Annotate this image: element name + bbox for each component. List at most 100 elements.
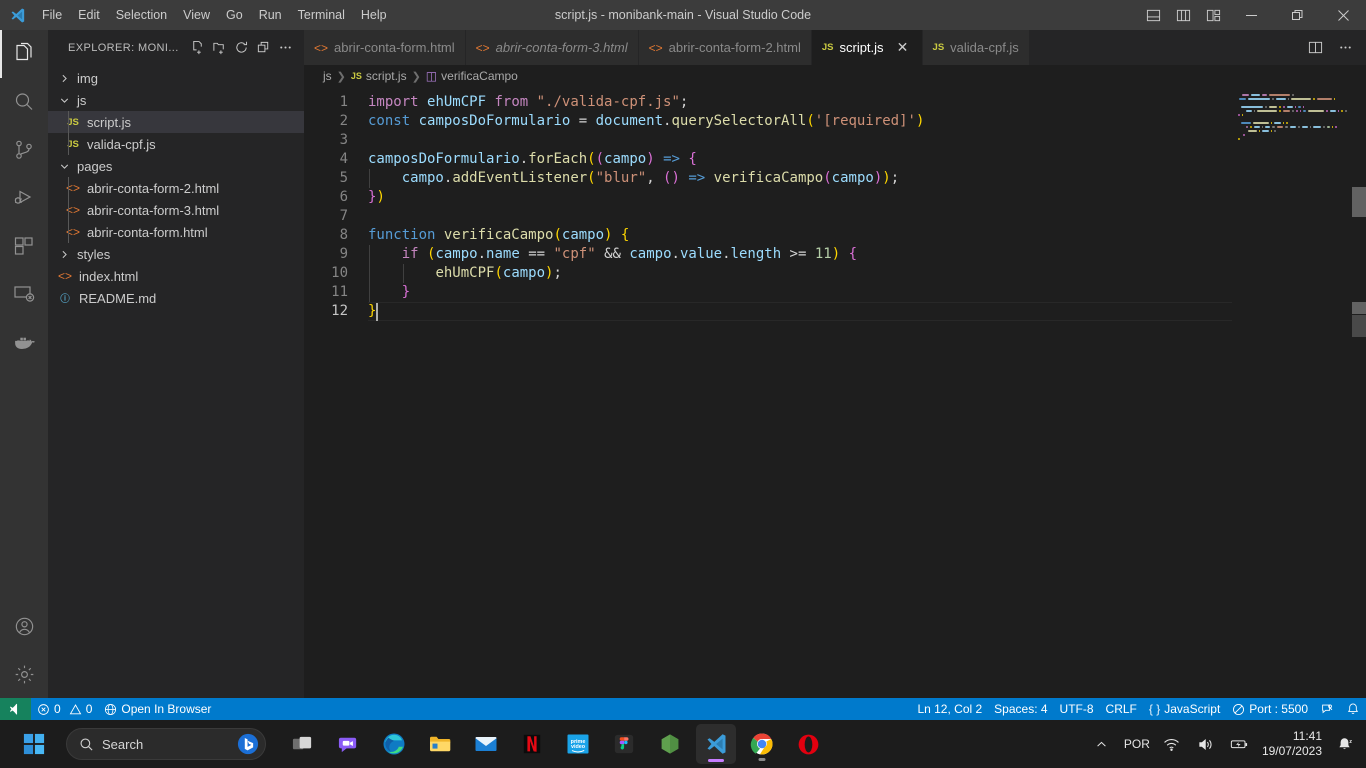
taskbar-clock[interactable]: 11:41 19/07/2023 [1262, 729, 1322, 759]
activity-search[interactable] [0, 78, 48, 126]
tree-item-index-html[interactable]: <> index.html [48, 265, 304, 287]
refresh-icon[interactable] [230, 37, 252, 59]
restore-button[interactable] [1274, 0, 1320, 30]
end-of-line-sequence[interactable]: CRLF [1100, 698, 1143, 720]
tree-item-pages[interactable]: pages [48, 155, 304, 177]
activity-manage-settings[interactable] [0, 650, 48, 698]
activity-explorer[interactable] [0, 30, 48, 78]
notification-bell-icon[interactable]: z [1332, 730, 1356, 758]
taskbar-edge[interactable] [374, 724, 414, 764]
taskbar-chrome[interactable] [742, 724, 782, 764]
wifi-icon[interactable] [1160, 730, 1184, 758]
more-editor-actions-icon[interactable] [1332, 35, 1358, 61]
menu-terminal[interactable]: Terminal [290, 4, 353, 26]
editor-scrollbar[interactable] [1352, 87, 1366, 698]
tree-item-abrir-conta-form-html[interactable]: <> abrir-conta-form.html [48, 221, 304, 243]
taskbar-search-box[interactable]: Search [66, 728, 266, 760]
menu-edit[interactable]: Edit [70, 4, 108, 26]
explorer-title: EXPLORER: MONI... [68, 41, 179, 54]
activity-remote-explorer[interactable] [0, 270, 48, 318]
tree-item-abrir-conta-form-2-html[interactable]: <> abrir-conta-form-2.html [48, 177, 304, 199]
activity-bar [0, 30, 48, 698]
code-token: ; [890, 170, 900, 186]
menu-file[interactable]: File [34, 4, 70, 26]
menu-go[interactable]: Go [218, 4, 251, 26]
taskbar-mail[interactable] [466, 724, 506, 764]
tree-item-abrir-conta-form-3-html[interactable]: <> abrir-conta-form-3.html [48, 199, 304, 221]
taskbar-file-explorer[interactable] [420, 724, 460, 764]
taskbar-nodejs[interactable] [650, 724, 690, 764]
chevron-right-icon[interactable] [56, 67, 72, 89]
tree-item-valida-cpf-js[interactable]: JS valida-cpf.js [48, 133, 304, 155]
tree-item-script-js[interactable]: JS script.js [48, 111, 304, 133]
editor-tab-abrir-conta-form-html[interactable]: <> abrir-conta-form.html [304, 30, 466, 65]
tab-close-icon[interactable]: ✕ [894, 39, 912, 57]
taskbar-task-view[interactable] [282, 724, 322, 764]
breadcrumb-symbol[interactable]: ◫ verificaCampo [426, 69, 518, 83]
bing-chat-icon[interactable] [237, 733, 259, 755]
close-button[interactable] [1320, 0, 1366, 30]
open-in-browser-label: Open In Browser [121, 702, 212, 716]
tree-item-img[interactable]: img [48, 67, 304, 89]
menu-help[interactable]: Help [353, 4, 395, 26]
minimap[interactable] [1232, 87, 1352, 698]
more-actions-icon[interactable] [274, 37, 296, 59]
menu-run[interactable]: Run [251, 4, 290, 26]
minimap-token [1337, 109, 1340, 113]
new-folder-icon[interactable] [208, 37, 230, 59]
volume-icon[interactable] [1194, 730, 1218, 758]
toggle-primary-sidebar-icon[interactable] [1138, 0, 1168, 30]
tree-item-js[interactable]: js [48, 89, 304, 111]
split-editor-icon[interactable] [1302, 35, 1328, 61]
toggle-secondary-sidebar-icon[interactable] [1198, 0, 1228, 30]
menu-view[interactable]: View [175, 4, 218, 26]
minimap-token [1238, 113, 1240, 117]
taskbar-vscode[interactable] [696, 724, 736, 764]
menu-selection[interactable]: Selection [108, 4, 175, 26]
symbol-function-icon: ◫ [425, 69, 438, 83]
remote-window-indicator[interactable] [0, 698, 31, 720]
language-mode[interactable]: { } JavaScript [1143, 698, 1226, 720]
taskbar-prime-video[interactable]: prime video [558, 724, 598, 764]
indentation-setting[interactable]: Spaces: 4 [988, 698, 1053, 720]
new-file-icon[interactable] [186, 37, 208, 59]
cursor-position[interactable]: Ln 12, Col 2 [911, 698, 988, 720]
tray-language-indicator[interactable]: POR [1124, 737, 1150, 751]
tray-overflow-chevron-icon[interactable] [1090, 730, 1114, 758]
activity-docker[interactable] [0, 318, 48, 366]
editor-tab-abrir-conta-form-3-html[interactable]: <> abrir-conta-form-3.html [465, 30, 639, 65]
tree-item-styles[interactable]: styles [48, 243, 304, 265]
chevron-down-icon[interactable] [56, 155, 72, 177]
chevron-right-icon[interactable] [56, 243, 72, 265]
tweet-feedback-button[interactable] [1314, 698, 1340, 720]
taskbar-netflix[interactable] [512, 724, 552, 764]
tree-item-label: valida-cpf.js [87, 136, 156, 152]
start-button[interactable] [14, 724, 54, 764]
live-server-port[interactable]: Port : 5500 [1226, 698, 1314, 720]
code-editor[interactable]: 1 2 3 4 5 6 7 8 9 10 11 12 import ehUmCPF from "./v… [304, 87, 1366, 698]
tree-item-readme-md[interactable]: ⓘ README.md [48, 287, 304, 309]
minimize-button[interactable] [1228, 0, 1274, 30]
breadcrumb-file[interactable]: JS script.js [351, 69, 407, 83]
chevron-down-icon[interactable] [56, 89, 72, 111]
breadcrumb-folder[interactable]: js [323, 69, 332, 83]
code-content[interactable]: import ehUmCPF from "./valida-cpf.js"; co… [368, 87, 924, 321]
editor-tab-abrir-conta-form-2-html[interactable]: <> abrir-conta-form-2.html [638, 30, 812, 65]
battery-charging-icon[interactable] [1228, 730, 1252, 758]
taskbar-figma[interactable] [604, 724, 644, 764]
editor-tab-valida-cpf-js[interactable]: JS valida-cpf.js [922, 30, 1030, 65]
toggle-panel-icon[interactable] [1168, 0, 1198, 30]
activity-accounts[interactable] [0, 602, 48, 650]
file-encoding[interactable]: UTF-8 [1054, 698, 1100, 720]
activity-extensions[interactable] [0, 222, 48, 270]
editor-tab-script-js[interactable]: JS script.js ✕ [811, 30, 923, 65]
taskbar-opera[interactable] [788, 724, 828, 764]
notifications-bell-button[interactable] [1340, 698, 1366, 720]
problems-indicator[interactable]: 0 0 [31, 698, 98, 720]
activity-source-control[interactable] [0, 126, 48, 174]
minimap-token [1279, 109, 1281, 113]
activity-run-and-debug[interactable] [0, 174, 48, 222]
collapse-all-icon[interactable] [252, 37, 274, 59]
open-in-browser-button[interactable]: Open In Browser [98, 698, 217, 720]
taskbar-chat[interactable] [328, 724, 368, 764]
